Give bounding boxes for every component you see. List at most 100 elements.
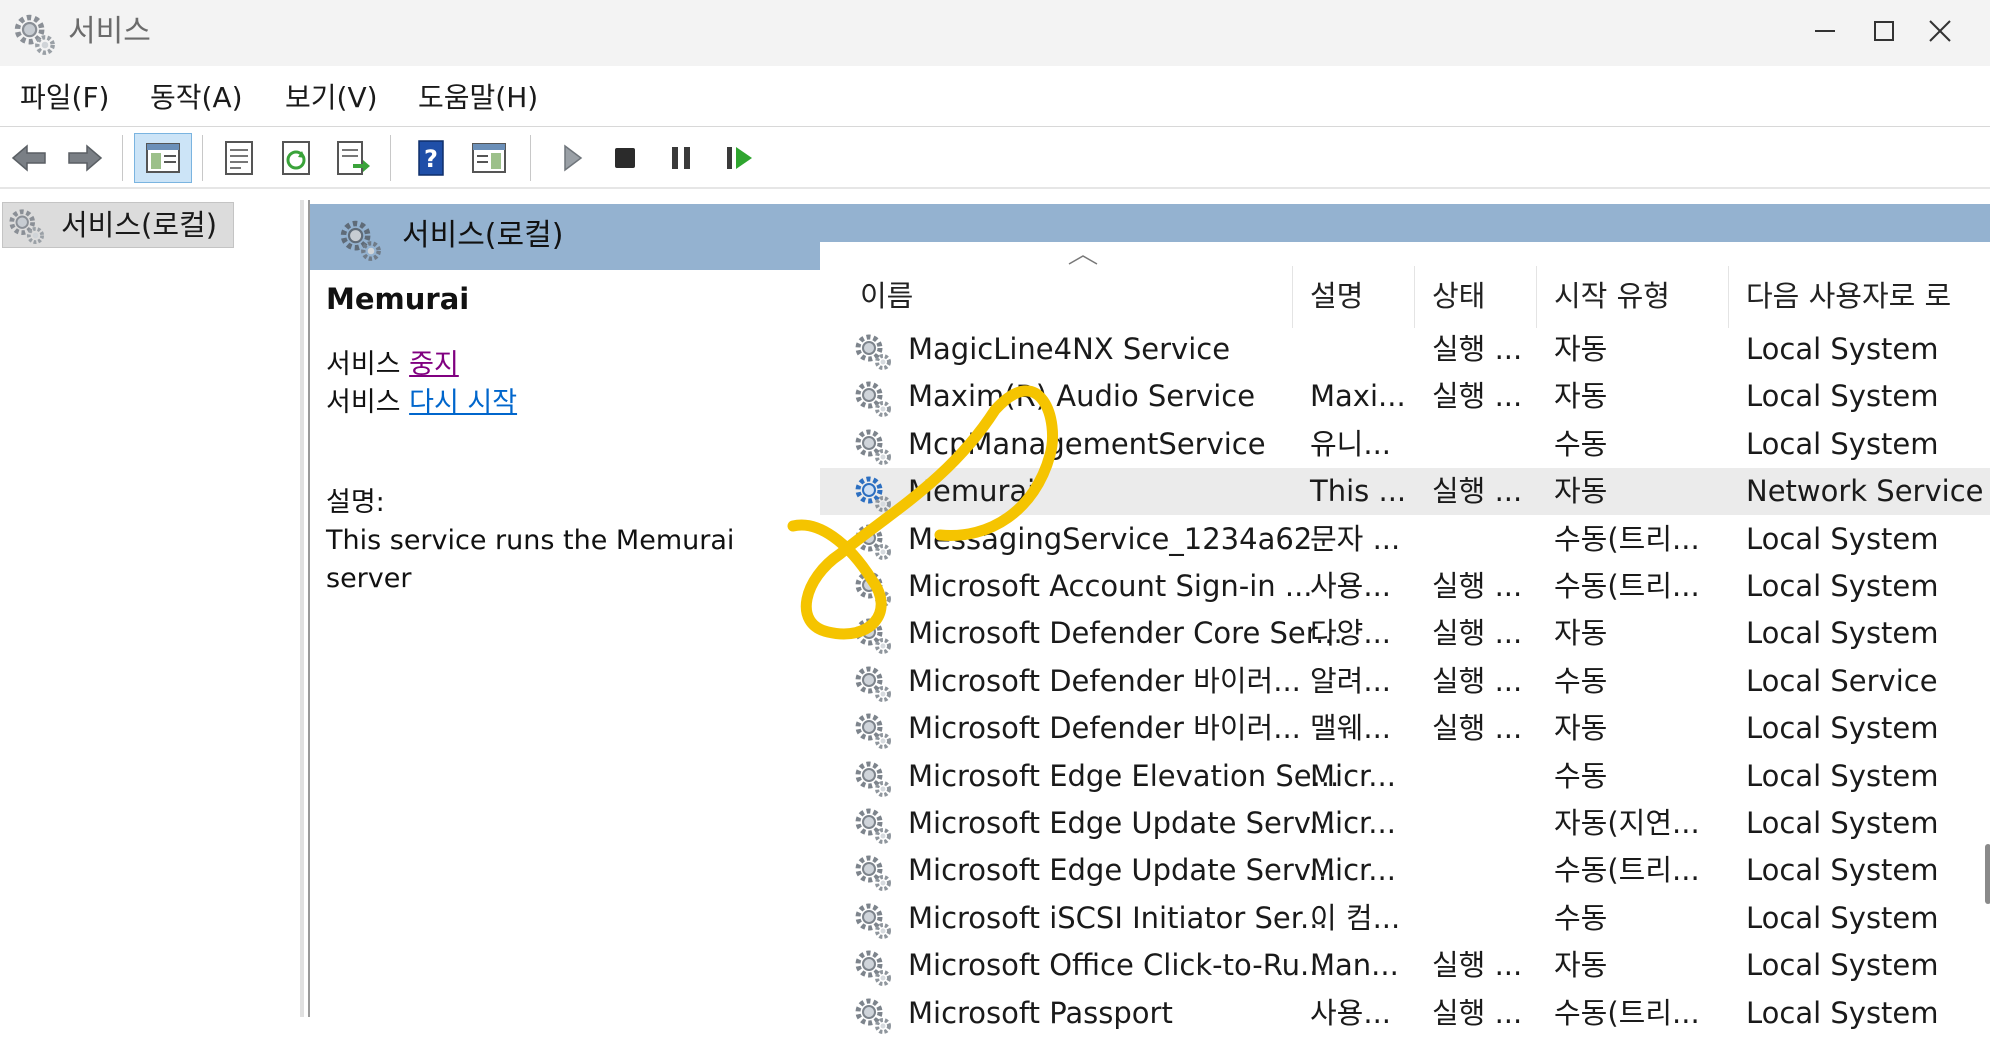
refresh-button[interactable] (272, 133, 322, 183)
cell-log-on-as: Local System (1746, 616, 1939, 651)
toolbar-separator (530, 135, 531, 181)
column-header-status[interactable]: 상태 (1432, 276, 1485, 316)
cell-startup-type: 자동 (1554, 948, 1608, 983)
cell-name: Microsoft Account Sign-in ... (908, 569, 1313, 603)
table-row[interactable]: Microsoft Edge Update Serv... Micr... 수동(트… (820, 847, 1990, 894)
column-header-name[interactable]: 이름 (860, 276, 913, 316)
table-row[interactable]: Microsoft Defender Core Ser... 다양... 실행 ..… (820, 610, 1990, 657)
pause-service-button[interactable] (656, 133, 706, 183)
cell-description: 맬웨... (1310, 711, 1392, 746)
close-button[interactable] (1890, 0, 1990, 62)
cell-description: 사용... (1310, 995, 1392, 1030)
help-button[interactable]: ? (406, 133, 456, 183)
back-button[interactable] (4, 133, 54, 183)
menu-view[interactable]: 보기(V) (285, 78, 378, 118)
gears-icon (9, 209, 45, 245)
cell-name: Microsoft Edge Update Serv... (908, 806, 1337, 840)
menu-file[interactable]: 파일(F) (20, 78, 109, 118)
cell-description: Maxi... (1310, 379, 1406, 414)
cell-startup-type: 수동(트리... (1554, 521, 1700, 556)
cell-startup-type: 자동 (1554, 332, 1608, 366)
cell-status: 실행 ... (1432, 616, 1523, 651)
cell-name: Microsoft Defender Core Ser... (908, 616, 1343, 651)
table-row-selected[interactable]: Memurai This ... 실행 ... 자동 Network Service (820, 468, 1990, 516)
show-action-pane-icon (472, 143, 506, 173)
cell-log-on-as: Local System (1746, 995, 1939, 1030)
table-row[interactable]: Maxim(R) Audio Service Maxi... 실행 ... 자동 Loc… (820, 373, 1990, 420)
table-row[interactable]: McpManagementService 유니... 수동 Local System (820, 421, 1990, 468)
column-header-description[interactable]: 설명 (1310, 276, 1363, 316)
service-gears-icon (855, 618, 891, 655)
table-row[interactable]: Microsoft Office Click-to-Ru... Man... 실행 … (820, 942, 1990, 989)
show-hide-console-tree-icon (146, 143, 180, 173)
table-row[interactable]: Microsoft Edge Elevation Se... Micr... 수동 L… (820, 753, 1990, 800)
help-icon: ? (418, 140, 444, 176)
restart-service-line: 서비스 다시 시작 (326, 387, 518, 418)
cell-startup-type: 수동(트리... (1554, 853, 1700, 888)
menu-bar: 파일(F) 동작(A) 보기(V) 도움말(H) (0, 70, 1990, 127)
cell-startup-type: 자동 (1554, 711, 1608, 746)
menu-help[interactable]: 도움말(H) (418, 78, 538, 118)
table-row[interactable]: Microsoft Defender 바이러... 알려... 실행 ... 수동 Lo… (820, 658, 1990, 705)
export-list-button[interactable] (328, 133, 378, 183)
column-divider[interactable] (1292, 266, 1293, 328)
service-gears-icon (855, 429, 891, 465)
tree-node-services-local[interactable]: 서비스(로컬) (2, 202, 234, 248)
table-row[interactable]: MagicLine4NX Service 실행 ... 자동 Local System (820, 326, 1990, 373)
service-gears-icon (855, 808, 891, 844)
table-row[interactable]: Microsoft Passport 사용... 실행 ... 수동(트리... Loc… (820, 990, 1990, 1037)
cell-log-on-as: Local System (1746, 521, 1939, 556)
column-divider[interactable] (1536, 266, 1537, 328)
menu-action[interactable]: 동작(A) (150, 78, 243, 118)
column-header-log-on-as[interactable]: 다음 사용자로 로 (1746, 276, 1990, 316)
stop-service-button[interactable] (600, 133, 650, 183)
cell-log-on-as: Local System (1746, 806, 1939, 840)
resume-service-button[interactable] (714, 133, 764, 183)
description-text: This service runs the Memurai server (326, 525, 735, 594)
refresh-icon (282, 141, 310, 175)
show-action-pane-button[interactable] (464, 133, 514, 183)
cell-status: 실행 ... (1432, 569, 1523, 603)
services-pane: 서비스(로컬) Memurai 서비스 중지 서비스 다시 시작 설명: Thi… (308, 200, 1990, 1034)
cell-status: 실행 ... (1432, 995, 1523, 1030)
services-list[interactable]: 이름 설명 상태 시작 유형 다음 사용자로 로 MagicLine4NX Se… (820, 242, 1990, 1034)
service-gears-icon (855, 761, 891, 797)
resume-service-icon (727, 147, 752, 169)
column-divider[interactable] (1414, 266, 1415, 328)
cell-name: Microsoft Defender 바이러... (908, 711, 1301, 746)
cell-description: 유니... (1310, 426, 1392, 461)
properties-button[interactable] (214, 133, 264, 183)
cell-log-on-as: Local System (1746, 853, 1939, 888)
cell-description: Man... (1310, 948, 1399, 983)
table-row[interactable]: Microsoft Account Sign-in ... 사용... 실행 ...… (820, 563, 1990, 610)
table-row[interactable]: Microsoft Defender 바이러... 맬웨... 실행 ... 자동 Lo… (820, 705, 1990, 752)
cell-name: McpManagementService (908, 426, 1266, 461)
cell-description: 이 컴... (1310, 900, 1401, 935)
cell-name: MessagingService_1234a62 (908, 521, 1313, 556)
cell-description: Micr... (1310, 758, 1396, 793)
cell-description: 문자 ... (1310, 521, 1401, 556)
start-service-button[interactable] (546, 133, 596, 183)
cell-description: Micr... (1310, 806, 1396, 840)
pane-header-title: 서비스(로컬) (402, 218, 564, 253)
table-row[interactable]: Microsoft Edge Update Serv... Micr... 자동(지… (820, 800, 1990, 847)
svg-text:?: ? (424, 145, 438, 173)
table-row[interactable]: Microsoft iSCSI Initiator Ser... 이 컴... 수동… (820, 895, 1990, 942)
service-gears-icon (855, 666, 891, 702)
restart-service-link[interactable]: 다시 시작 (409, 387, 517, 418)
properties-icon (225, 141, 253, 175)
vertical-scrollbar-thumb[interactable] (1985, 844, 1990, 904)
service-gears-icon (855, 950, 891, 987)
table-row[interactable]: MessagingService_1234a62 문자 ... 수동(트리... Lo… (820, 516, 1990, 563)
show-hide-console-tree-button[interactable] (134, 133, 192, 183)
stop-service-link[interactable]: 중지 (409, 349, 459, 380)
description-label: 설명: (326, 487, 385, 518)
column-divider[interactable] (1728, 266, 1729, 328)
cell-log-on-as: Local System (1746, 758, 1939, 793)
cell-startup-type: 수동(트리... (1554, 569, 1700, 603)
export-list-icon (337, 141, 370, 175)
cell-log-on-as: Local System (1746, 426, 1939, 461)
cell-status: 실행 ... (1432, 948, 1523, 983)
column-header-startup-type[interactable]: 시작 유형 (1554, 276, 1670, 316)
forward-button[interactable] (60, 133, 110, 183)
